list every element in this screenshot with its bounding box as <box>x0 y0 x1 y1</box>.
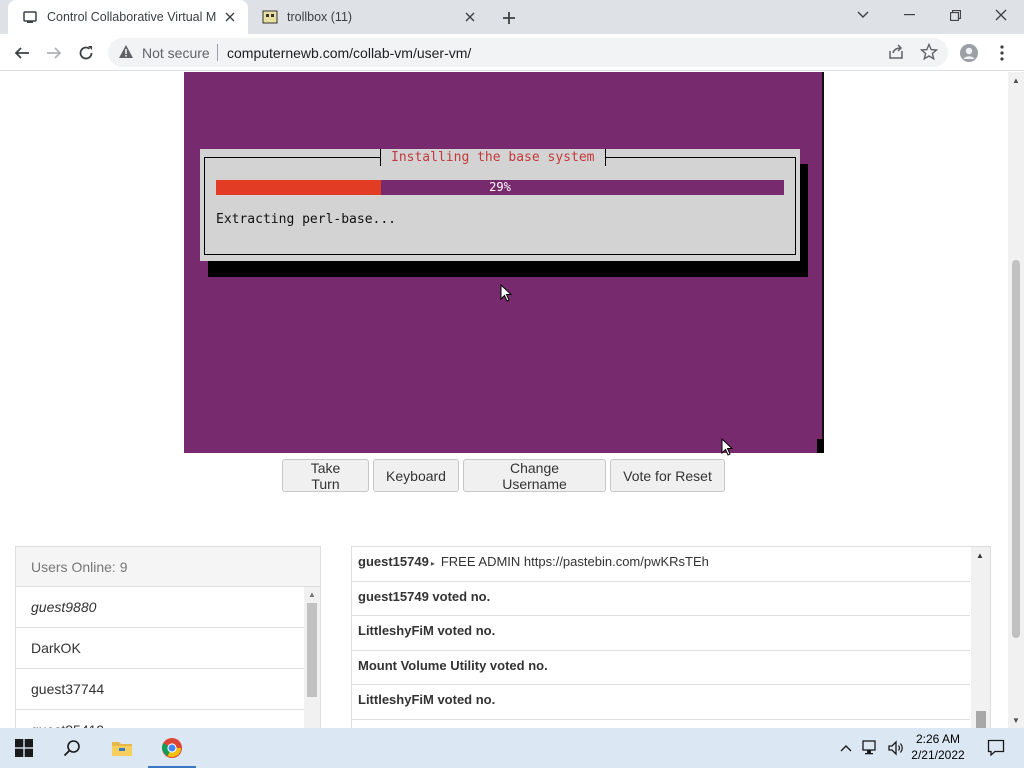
trollbox-favicon-icon <box>262 9 278 25</box>
page-scrollbar[interactable]: ▲ ▼ <box>1008 72 1024 728</box>
reload-button[interactable] <box>74 41 98 65</box>
progress-label: 29% <box>489 180 511 194</box>
chat-text: LittleshyFiM voted no. <box>358 623 496 638</box>
url-text[interactable]: computernewb.com/collab-vm/user-vm/ <box>227 45 471 61</box>
restore-button[interactable] <box>932 0 978 30</box>
users-online-panel: Users Online: 9 guest9880 DarkOK guest37… <box>15 546 321 728</box>
users-online-header: Users Online: 9 <box>16 547 320 587</box>
scroll-up-icon[interactable]: ▲ <box>1012 76 1020 85</box>
chat-scrollbar-thumb[interactable] <box>976 711 986 728</box>
close-tab-icon[interactable] <box>462 9 478 25</box>
notifications-button[interactable] <box>972 728 1020 768</box>
close-window-button[interactable] <box>978 0 1024 30</box>
chat-message: LittleshyFiM voted no. <box>352 685 970 720</box>
chat-username[interactable]: guest15749 <box>358 554 429 569</box>
tab-title: Control Collaborative Virtual Machines <box>47 10 216 24</box>
search-icon <box>63 740 80 757</box>
keyboard-button[interactable]: Keyboard <box>373 459 459 492</box>
browser-toolbar: Not secure computernewb.com/collab-vm/us… <box>0 34 1024 71</box>
vm-mouse-cursor-icon <box>500 283 513 305</box>
vote-reset-button[interactable]: Vote for Reset <box>610 459 725 492</box>
clock-time: 2:26 AM <box>915 732 961 746</box>
scroll-up-icon[interactable]: ▲ <box>308 590 316 599</box>
take-turn-button[interactable]: Take Turn <box>282 459 369 492</box>
user-list-item[interactable]: guest37744 <box>16 669 305 710</box>
installer-dialog: Installing the base system 29% Extractin… <box>200 149 800 261</box>
scroll-up-icon[interactable]: ▲ <box>976 551 984 560</box>
chrome-taskbar-button[interactable] <box>148 728 196 768</box>
chrome-icon <box>162 738 182 758</box>
tab-title: trollbox (11) <box>287 10 353 24</box>
show-hidden-icons-button[interactable] <box>834 728 858 768</box>
chat-text: LittleshyFiM voted no. <box>358 692 496 707</box>
chat-text: guest15749 voted no. <box>358 588 491 604</box>
bookmark-star-icon[interactable] <box>919 42 939 64</box>
chat-arrow-icon: ▸ <box>430 559 435 568</box>
tab-trollbox[interactable]: trollbox (11) <box>248 0 488 34</box>
scroll-down-icon[interactable]: ▼ <box>1012 716 1020 725</box>
dialog-title: Installing the base system <box>380 149 606 166</box>
network-icon <box>862 740 876 755</box>
vm-screen[interactable]: Installing the base system 29% Extractin… <box>184 72 824 456</box>
chat-scrollbar[interactable]: ▲ <box>971 547 990 728</box>
clock-date: 2/21/2022 <box>911 748 965 762</box>
windows-logo-icon <box>15 739 33 757</box>
user-list-item[interactable]: guest9880 <box>16 587 305 628</box>
chat-text: Mount Volume Utility voted no. <box>358 657 548 673</box>
tab-collab-vm[interactable]: Control Collaborative Virtual Machines <box>8 0 248 34</box>
start-button[interactable] <box>0 728 48 768</box>
close-tab-icon[interactable] <box>222 9 238 25</box>
new-tab-button[interactable] <box>498 7 520 29</box>
install-progress-bar: 29% <box>216 180 784 195</box>
security-label[interactable]: Not secure <box>142 45 210 61</box>
chat-text: FREE ADMIN https://pastebin.com/pwKRsTEh <box>440 554 709 569</box>
chat-message: guest15749 ▸ FREE ADMIN https://pastebin.c… <box>352 547 970 582</box>
omnibox-divider <box>217 44 218 61</box>
notification-icon <box>987 739 1005 757</box>
install-status-text: Extracting perl-base... <box>216 212 397 227</box>
vm-screen-edge <box>822 72 824 453</box>
browser-menu-icon[interactable] <box>990 41 1014 65</box>
chevron-up-icon <box>840 745 852 752</box>
back-button[interactable] <box>10 41 34 65</box>
chat-message: LittleshyFiM voted no. <box>352 616 970 651</box>
speaker-icon <box>888 740 903 756</box>
profile-avatar-icon[interactable] <box>957 41 981 65</box>
vm-screen-corner <box>817 439 824 453</box>
share-icon[interactable] <box>888 44 904 63</box>
vm-controls: Take Turn Keyboard Change Username Vote … <box>282 459 725 492</box>
forward-button[interactable] <box>42 41 66 65</box>
chat-message: Mount Volume Utility voted no. <box>352 651 970 685</box>
user-list-item[interactable]: DarkOK <box>16 628 305 669</box>
network-button[interactable] <box>858 728 884 768</box>
local-mouse-cursor-icon <box>721 437 734 459</box>
minimize-button[interactable] <box>886 0 932 30</box>
user-list-item[interactable]: guest85419 <box>16 710 305 728</box>
windows-taskbar: 2:26 AM 2/21/2022 <box>0 728 1024 768</box>
collabvm-page: Installing the base system 29% Extractin… <box>0 72 1024 728</box>
collabvm-favicon-icon <box>22 9 38 25</box>
users-scrollbar-thumb[interactable] <box>307 603 317 697</box>
file-explorer-button[interactable] <box>98 728 146 768</box>
folder-icon <box>112 742 132 756</box>
warning-icon[interactable] <box>118 44 134 62</box>
tab-search-button[interactable] <box>840 0 886 30</box>
page-scrollbar-thumb[interactable] <box>1012 260 1020 638</box>
chat-message <box>352 720 970 729</box>
dialog-frame <box>204 157 796 255</box>
chat-message: guest15749 voted no. <box>352 582 970 616</box>
address-bar[interactable]: Not secure computernewb.com/collab-vm/us… <box>108 38 948 67</box>
change-username-button[interactable]: Change Username <box>463 459 606 492</box>
search-button[interactable] <box>48 728 96 768</box>
users-scrollbar[interactable]: ▲ <box>304 587 320 728</box>
chat-panel: guest15749 ▸ FREE ADMIN https://pastebin.c… <box>351 546 991 728</box>
taskbar-clock[interactable]: 2:26 AM 2/21/2022 <box>905 731 971 763</box>
browser-tab-strip: Control Collaborative Virtual Machines t… <box>0 0 1024 34</box>
